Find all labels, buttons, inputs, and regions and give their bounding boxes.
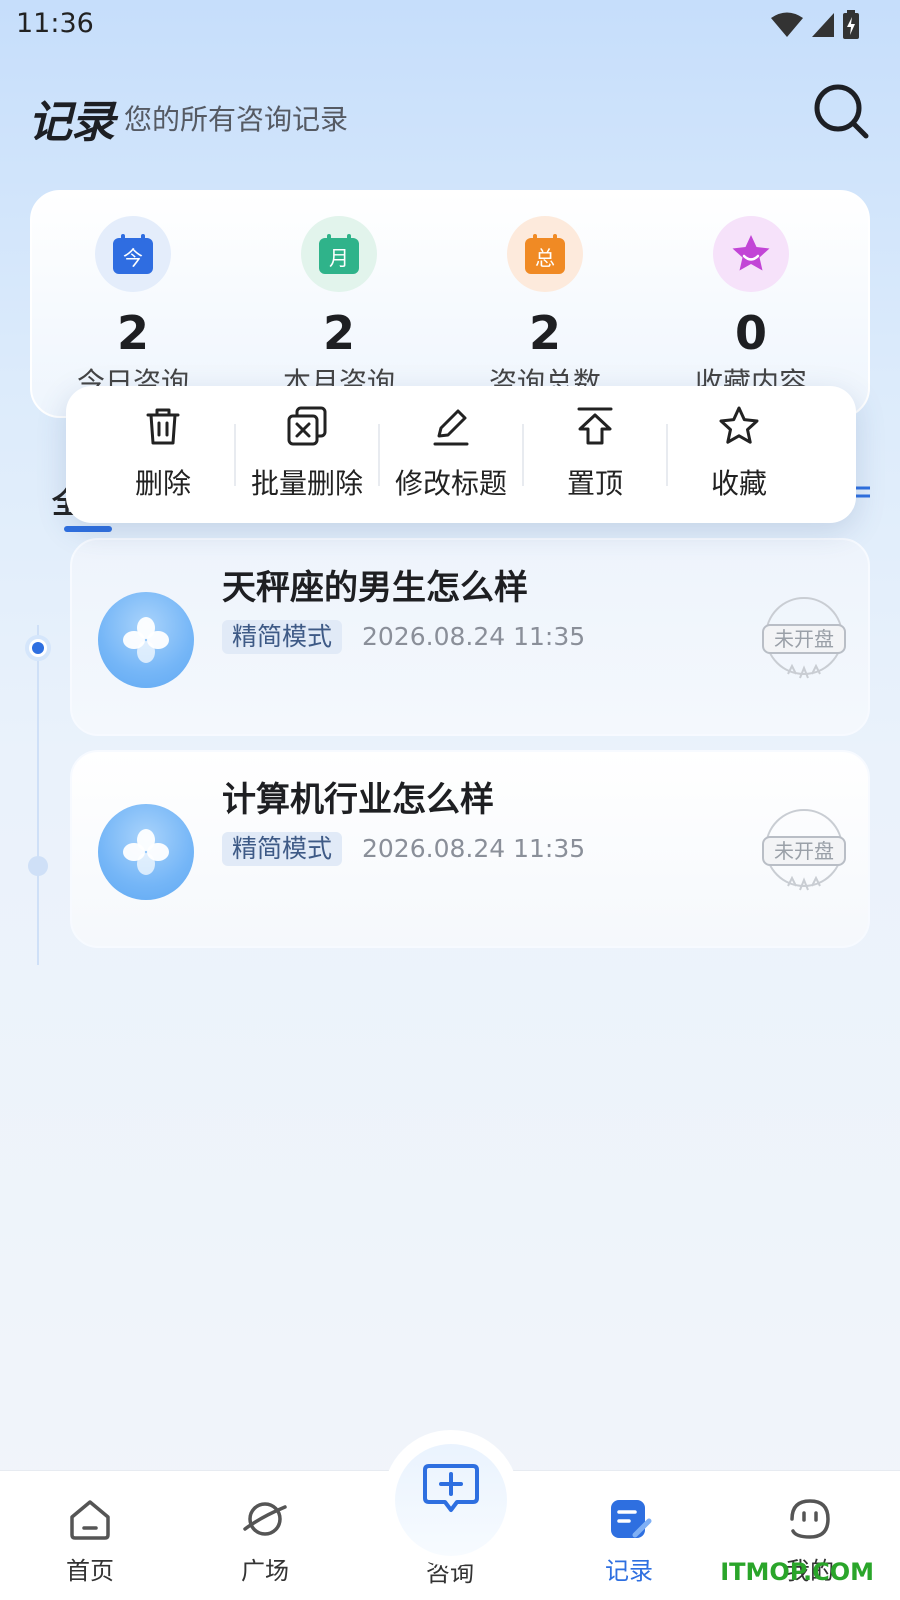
record-card[interactable]: 计算机行业怎么样 精简模式 2026.08.24 11:35 未开盘 — [70, 750, 870, 948]
record-timestamp: 2026.08.24 11:35 — [362, 834, 586, 863]
mode-badge: 精简模式 — [222, 832, 343, 866]
status-time: 11:36 — [16, 8, 94, 39]
timeline-dot — [28, 856, 48, 876]
wifi-icon — [771, 12, 803, 37]
stat-value: 2 — [116, 306, 149, 360]
consult-icon — [423, 1464, 479, 1512]
clover-icon — [98, 592, 194, 688]
star-icon — [713, 216, 789, 292]
profile-icon — [790, 1499, 830, 1539]
status-icons — [770, 10, 860, 40]
svg-text:月: 月 — [329, 246, 349, 270]
record-card[interactable]: 天秤座的男生怎么样 精简模式 2026.08.24 11:35 未开盘 — [70, 538, 870, 736]
stat-total[interactable]: 总 2 咨询总数 — [445, 216, 645, 390]
trash-icon — [146, 408, 180, 445]
menu-item-pin-top[interactable]: 置顶 — [524, 404, 666, 502]
signal-icon — [812, 13, 834, 37]
menu-label: 置顶 — [566, 467, 623, 500]
mode-badge: 精简模式 — [222, 620, 343, 654]
status-bar: 11:36 — [0, 0, 900, 50]
stat-month[interactable]: 月 2 本月咨询 — [239, 216, 439, 390]
timeline-line — [37, 625, 39, 965]
record-title: 计算机行业怎么样 — [222, 780, 494, 820]
search-icon — [814, 84, 869, 139]
stat-value: 2 — [528, 306, 561, 360]
calendar-month-icon: 月 — [301, 216, 377, 292]
page-header: 记录 您的所有咨询记录 — [28, 82, 872, 148]
battery-charging-icon — [843, 10, 859, 39]
calendar-total-icon: 总 — [507, 216, 583, 292]
page-subtitle: 您的所有咨询记录 — [124, 103, 349, 136]
svg-text:总: 总 — [535, 246, 555, 270]
menu-label: 删除 — [134, 467, 191, 500]
calendar-today-icon: 今 — [95, 216, 171, 292]
menu-item-batch-delete[interactable]: 批量删除 — [236, 404, 378, 502]
record-title: 天秤座的男生怎么样 — [222, 568, 528, 608]
home-icon — [70, 1500, 110, 1540]
star-outline-icon — [719, 406, 759, 444]
stamp-badge: 未开盘 — [758, 594, 850, 686]
nav-item-plaza[interactable]: 广场 — [205, 1495, 325, 1586]
records-icon — [611, 1500, 652, 1538]
planet-icon — [243, 1502, 287, 1536]
stat-value: 0 — [734, 306, 767, 360]
record-timestamp: 2026.08.24 11:35 — [362, 622, 586, 651]
timeline-dot-active — [25, 635, 51, 661]
nav-label: 广场 — [241, 1557, 289, 1585]
stamp-text: 未开盘 — [762, 624, 846, 654]
consult-fab[interactable] — [395, 1444, 507, 1556]
tab-active-indicator — [64, 526, 112, 532]
svg-text:今: 今 — [123, 246, 143, 270]
batch-delete-icon — [287, 406, 327, 446]
watermark: ITMOP.COM — [720, 1558, 874, 1586]
menu-item-edit-title[interactable]: 修改标题 — [380, 404, 522, 502]
nav-item-home[interactable]: 首页 — [30, 1495, 150, 1586]
nav-label: 首页 — [66, 1557, 114, 1585]
stat-favorites[interactable]: 0 收藏内容 — [651, 216, 851, 390]
search-button[interactable] — [812, 82, 872, 142]
menu-label: 修改标题 — [394, 467, 507, 500]
menu-item-favorite[interactable]: 收藏 — [668, 404, 810, 502]
menu-item-delete[interactable]: 删除 — [92, 404, 234, 502]
stamp-badge: 未开盘 — [758, 806, 850, 898]
menu-label: 批量删除 — [250, 467, 363, 500]
stat-today[interactable]: 今 2 今日咨询 — [33, 216, 233, 390]
nav-label: 记录 — [605, 1557, 653, 1585]
pin-top-icon — [577, 407, 613, 445]
menu-label: 收藏 — [710, 467, 767, 500]
page-title: 记录 — [28, 97, 115, 148]
stamp-text: 未开盘 — [762, 836, 846, 866]
stats-card: 今 2 今日咨询 月 2 本月咨询 总 2 咨询总数 0 收藏内容 — [30, 190, 870, 418]
clover-icon — [98, 804, 194, 900]
edit-icon — [433, 409, 469, 446]
context-menu: 删除 批量删除 修改标题 置顶 收藏 — [66, 386, 856, 523]
nav-item-records[interactable]: 记录 — [569, 1495, 689, 1586]
stat-value: 2 — [322, 306, 355, 360]
